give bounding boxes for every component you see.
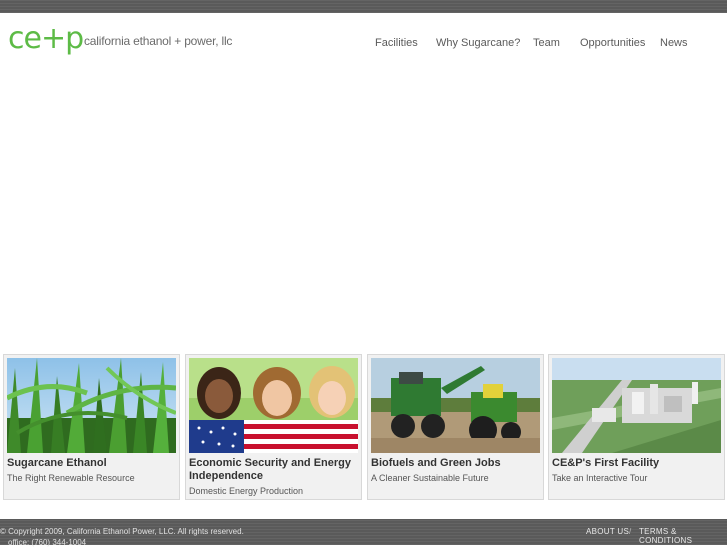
harvester-image [371, 358, 540, 453]
card-subtitle: Domestic Energy Production [189, 486, 304, 496]
card-title: Biofuels and Green Jobs [371, 457, 501, 469]
nav-team[interactable]: Team [533, 37, 560, 49]
copyright-text: © Copyright 2009, California Ethanol Pow… [0, 527, 244, 536]
main-nav: Facilities Why Sugarcane? Team Opportuni… [0, 37, 727, 51]
site-header: ce+p california ethanol + power, llc Fac… [0, 13, 727, 73]
nav-why-sugarcane[interactable]: Why Sugarcane? [436, 37, 520, 49]
card-subtitle: Take an Interactive Tour [552, 473, 648, 483]
site-footer: © Copyright 2009, California Ethanol Pow… [0, 519, 727, 547]
hero-area [0, 73, 727, 353]
nav-facilities[interactable]: Facilities [375, 37, 418, 49]
card-biofuels-green-jobs[interactable]: Biofuels and Green Jobs A Cleaner Sustai… [367, 354, 544, 500]
card-sugarcane-ethanol[interactable]: Sugarcane Ethanol The Right Renewable Re… [3, 354, 180, 500]
terms-link[interactable]: TERMS & CONDITIONS [639, 527, 727, 545]
card-economic-security[interactable]: Economic Security and Energy Independenc… [185, 354, 362, 500]
footer-separator: / [629, 527, 632, 536]
card-title: Sugarcane Ethanol [7, 457, 107, 469]
office-phone: office: (760) 344-1004 [8, 538, 87, 547]
card-title: Economic Security and Energy Independenc… [189, 457, 351, 482]
about-us-link[interactable]: ABOUT US [586, 527, 629, 536]
nav-opportunities[interactable]: Opportunities [580, 37, 645, 49]
top-bar [0, 0, 727, 13]
card-first-facility[interactable]: CE&P's First Facility Take an Interactiv… [548, 354, 725, 500]
card-subtitle: A Cleaner Sustainable Future [371, 473, 489, 483]
sugarcane-image [7, 358, 176, 453]
nav-news[interactable]: News [660, 37, 688, 49]
children-flag-image [189, 358, 358, 453]
facility-image [552, 358, 721, 453]
card-subtitle: The Right Renewable Resource [7, 473, 135, 483]
card-title: CE&P's First Facility [552, 457, 660, 469]
